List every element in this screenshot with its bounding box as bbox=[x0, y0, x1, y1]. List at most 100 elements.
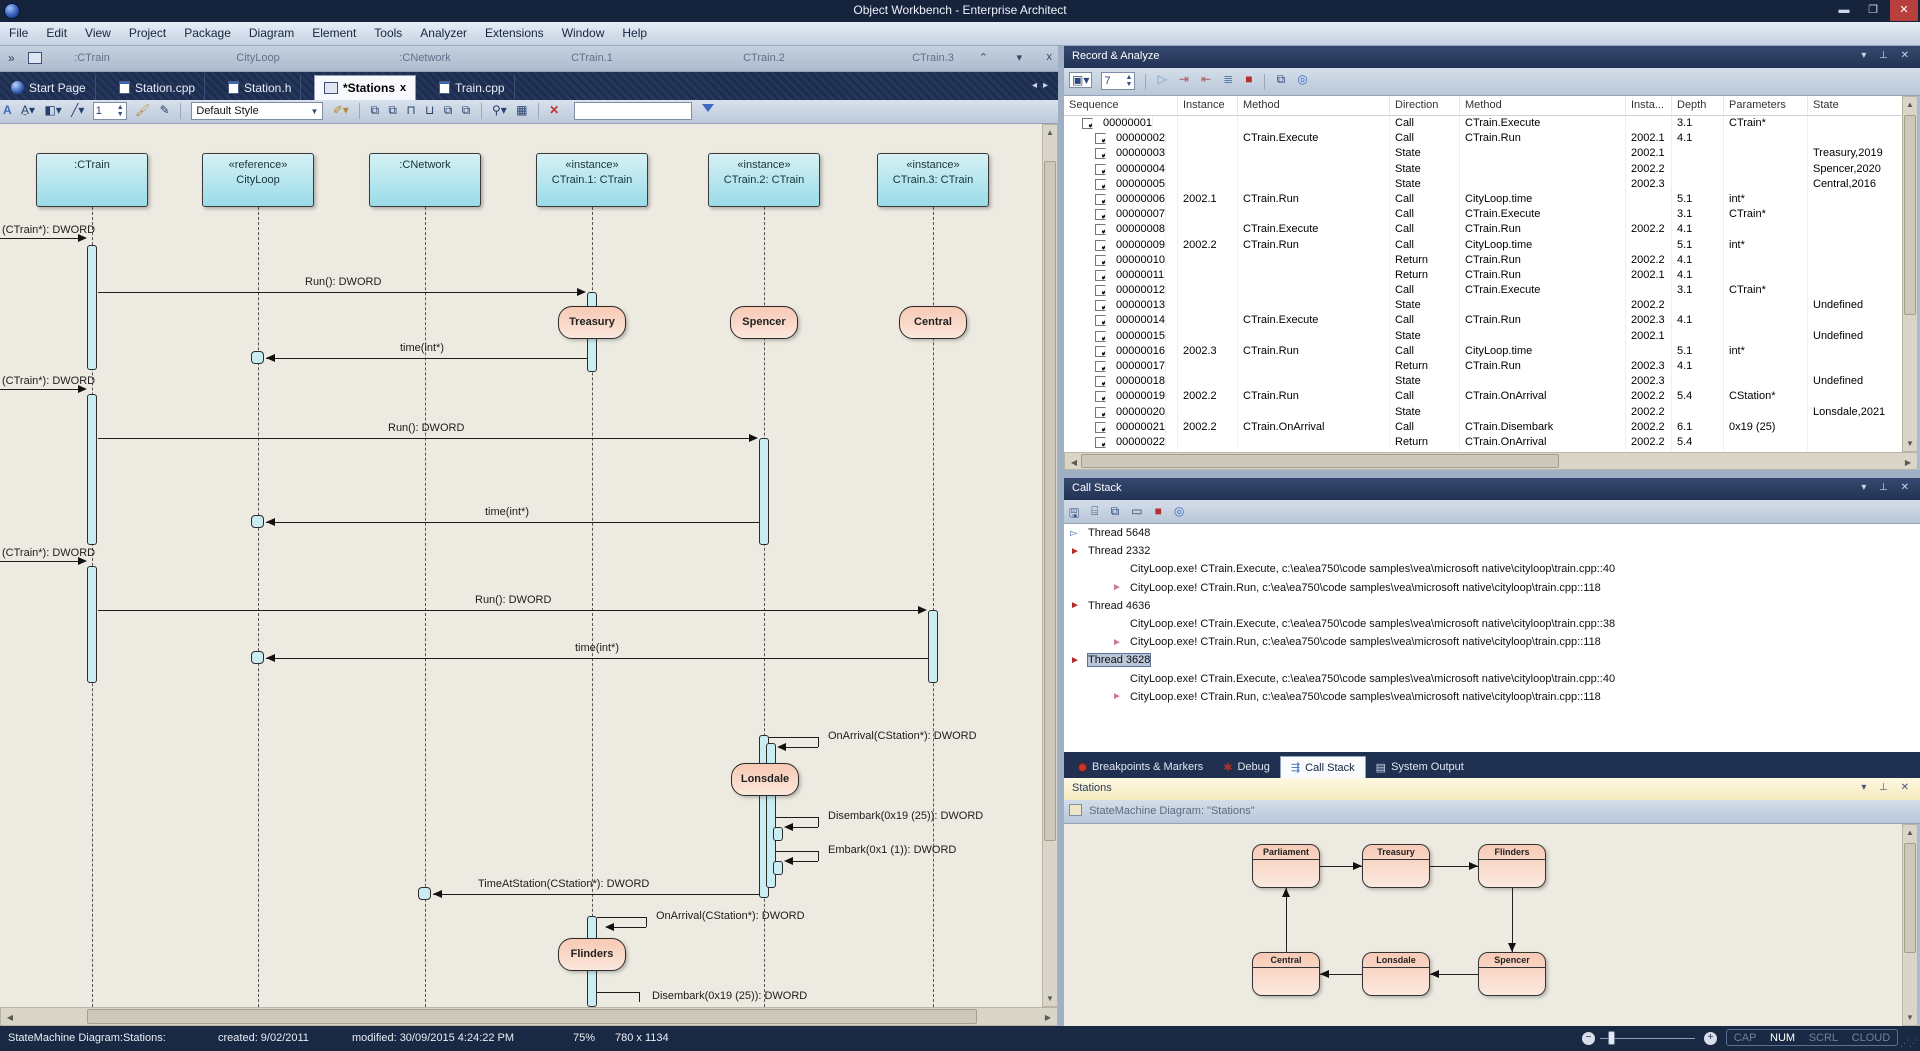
play-button[interactable]: ▷ bbox=[1158, 72, 1167, 86]
strip-menu-button[interactable]: ▾ bbox=[1016, 51, 1022, 64]
table-row[interactable]: −✔00000003 State 2002.1 Treasury,2019 bbox=[1064, 146, 1902, 161]
menu-item[interactable]: Element bbox=[303, 22, 365, 44]
col-method2[interactable]: Method bbox=[1460, 96, 1626, 115]
message-line[interactable] bbox=[266, 522, 759, 523]
message-label[interactable]: TimeAtStation(CStation*): DWORD bbox=[478, 878, 649, 890]
scroll-down-icon[interactable]: ▼ bbox=[1043, 994, 1057, 1003]
message-line[interactable] bbox=[266, 658, 928, 659]
self-message-line[interactable] bbox=[776, 851, 818, 852]
call-stack-entry[interactable]: CityLoop.exe! CTrain.Run, c:\ea\ea750\co… bbox=[1064, 579, 1920, 597]
state-box-treasury[interactable]: Treasury bbox=[558, 306, 626, 339]
col-instance[interactable]: Instance bbox=[1178, 96, 1238, 115]
table-row[interactable]: −✔00000021 2002.2 CTrain.OnArrival Call … bbox=[1064, 420, 1902, 435]
table-row[interactable]: −✔00000020 State 2002.2 Lonsdale,2021 bbox=[1064, 405, 1902, 420]
lifeline-head-ctrain2[interactable]: «instance»CTrain.2: CTrain bbox=[708, 153, 820, 207]
diagram-search-field[interactable] bbox=[574, 102, 692, 120]
tab-call-stack[interactable]: ⇶ Call Stack bbox=[1280, 756, 1366, 778]
row-checkbox[interactable]: ✔ bbox=[1095, 285, 1106, 296]
row-checkbox[interactable]: ✔ bbox=[1095, 391, 1106, 402]
menu-item[interactable]: Help bbox=[613, 22, 656, 44]
panel-controls[interactable]: ▾ ⊥ ✕ bbox=[1861, 482, 1914, 493]
panel-controls[interactable]: ▾ ⊥ ✕ bbox=[1861, 50, 1914, 61]
menu-item[interactable]: Edit bbox=[37, 22, 76, 44]
record-analyze-table[interactable]: −✔00000001 Call CTrain.Execute 3.1 CTrai… bbox=[1064, 116, 1902, 452]
workbench-item-ctrain2[interactable]: CTrain.2 bbox=[743, 52, 785, 64]
hierarchy-button[interactable]: ⚲▾ bbox=[492, 103, 507, 117]
workbench-item-ctrain3[interactable]: CTrain.3 bbox=[912, 52, 954, 64]
help-button[interactable]: ◎ bbox=[1174, 504, 1184, 518]
row-checkbox[interactable]: ✔ bbox=[1095, 148, 1106, 159]
align-top-button[interactable]: ⊓ bbox=[406, 103, 415, 117]
table-row[interactable]: −✔00000008 CTrain.Execute Call CTrain.Ru… bbox=[1064, 222, 1902, 237]
font-color-button[interactable]: A̱▾ bbox=[21, 103, 35, 117]
activation-bar[interactable] bbox=[87, 394, 97, 545]
message-line[interactable] bbox=[0, 238, 79, 239]
call-stack-tree[interactable]: Thread 5648 Thread 2332 CityLoop.exe! CT… bbox=[1064, 524, 1920, 752]
message-label[interactable]: Disembark(0x19 (25)): DWORD bbox=[652, 990, 807, 1002]
message-label[interactable]: Run(): DWORD bbox=[305, 276, 381, 288]
call-stack-entry[interactable]: Thread 3628 bbox=[1064, 651, 1920, 669]
line-color-button[interactable]: ╱▾ bbox=[71, 103, 84, 117]
step-list-button[interactable]: ≣ bbox=[1223, 72, 1233, 86]
message-line[interactable] bbox=[98, 438, 750, 439]
table-row[interactable]: −✔00000011 Return CTrain.Run 2002.1 4.1 bbox=[1064, 268, 1902, 283]
menu-item[interactable]: Tools bbox=[365, 22, 411, 44]
step-out-button[interactable]: ⇤ bbox=[1201, 72, 1211, 86]
panel-controls[interactable]: ▾ ⊥ ✕ bbox=[1861, 782, 1914, 793]
lifeline-head-ctrain1[interactable]: «instance»CTrain.1: CTrain bbox=[536, 153, 648, 207]
scroll-up-icon[interactable]: ▲ bbox=[1903, 100, 1917, 109]
row-checkbox[interactable]: ✔ bbox=[1095, 240, 1106, 251]
align-left-button[interactable]: ⧉ bbox=[370, 103, 379, 118]
record-analyze-hscrollbar[interactable]: ◀ ▶ bbox=[1064, 452, 1918, 470]
vertical-scrollbar[interactable]: ▲ ▼ bbox=[1042, 124, 1058, 1007]
tab-scroll-arrows[interactable]: ◂▸ bbox=[1032, 80, 1054, 91]
menu-item[interactable]: View bbox=[76, 22, 120, 44]
pen-button[interactable]: ✎ bbox=[160, 103, 170, 117]
row-checkbox[interactable]: ✔ bbox=[1095, 164, 1106, 175]
col-depth[interactable]: Depth bbox=[1672, 96, 1724, 115]
state-box-central[interactable]: Central bbox=[899, 306, 967, 339]
message-label[interactable]: time(int*) bbox=[485, 506, 529, 518]
message-line[interactable] bbox=[0, 389, 79, 390]
align-right-button[interactable]: ⧉ bbox=[388, 103, 397, 118]
scroll-right-icon[interactable]: ▶ bbox=[1043, 1013, 1053, 1022]
record-analyze-vscrollbar[interactable]: ▲ ▼ bbox=[1902, 96, 1918, 452]
table-row[interactable]: −✔00000006 2002.1 CTrain.Run Call CityLo… bbox=[1064, 192, 1902, 207]
tab-train-cpp[interactable]: Train.cpp bbox=[430, 75, 515, 100]
row-checkbox[interactable]: ✔ bbox=[1095, 376, 1106, 387]
table-row[interactable]: −✔00000022 Return CTrain.OnArrival 2002.… bbox=[1064, 435, 1902, 450]
table-row[interactable]: −✔00000012 Call CTrain.Execute 3.1 CTrai… bbox=[1064, 283, 1902, 298]
maximize-button[interactable]: ❐ bbox=[1859, 0, 1887, 21]
state-box-spencer[interactable]: Spencer bbox=[730, 306, 798, 339]
scroll-right-icon[interactable]: ▶ bbox=[1903, 458, 1913, 467]
scroll-down-icon[interactable]: ▼ bbox=[1903, 1013, 1917, 1022]
message-label[interactable]: Run(): DWORD bbox=[475, 594, 551, 606]
message-line[interactable] bbox=[0, 561, 79, 562]
frame-button[interactable]: ▭ bbox=[1131, 504, 1142, 518]
call-stack-entry[interactable]: Thread 5648 bbox=[1064, 524, 1920, 542]
scrollbar-thumb[interactable] bbox=[1904, 843, 1916, 953]
tab-stations[interactable]: *Stations x bbox=[314, 75, 416, 100]
step-over-button[interactable]: ⇥ bbox=[1179, 72, 1189, 86]
state-node-treasury[interactable]: Treasury bbox=[1362, 844, 1430, 888]
help-button[interactable]: ◎ bbox=[1297, 72, 1307, 86]
state-node-parliament[interactable]: Parliament bbox=[1252, 844, 1320, 888]
image-button[interactable]: ▦ bbox=[516, 103, 527, 117]
table-row[interactable]: −✔00000001 Call CTrain.Execute 3.1 CTrai… bbox=[1064, 116, 1902, 131]
activation-bar[interactable] bbox=[928, 610, 938, 683]
row-checkbox[interactable]: ✔ bbox=[1082, 118, 1093, 129]
activation-bar[interactable] bbox=[759, 438, 769, 545]
row-checkbox[interactable]: ✔ bbox=[1095, 224, 1106, 235]
table-row[interactable]: −✔00000007 Call CTrain.Execute 3.1 CTrai… bbox=[1064, 207, 1902, 222]
message-label[interactable]: OnArrival(CStation*): DWORD bbox=[656, 910, 805, 922]
workbench-button[interactable]: ⌸ bbox=[1091, 504, 1098, 519]
save-stack-button[interactable]: 🖫 bbox=[1069, 504, 1079, 525]
menu-item[interactable]: File bbox=[0, 22, 37, 44]
scroll-down-icon[interactable]: ▼ bbox=[1903, 439, 1917, 448]
table-row[interactable]: −✔00000016 2002.3 CTrain.Run Call CityLo… bbox=[1064, 344, 1902, 359]
copy-stack-button[interactable]: ⧉ bbox=[1277, 72, 1286, 87]
call-stack-entry[interactable]: CityLoop.exe! CTrain.Execute, c:\ea\ea75… bbox=[1064, 615, 1920, 633]
resize-grip[interactable]: ⋰⋰ bbox=[1900, 1038, 1918, 1049]
call-stack-entry[interactable]: CityLoop.exe! CTrain.Execute, c:\ea\ea75… bbox=[1064, 560, 1920, 578]
scroll-left-icon[interactable]: ◀ bbox=[5, 1013, 15, 1022]
